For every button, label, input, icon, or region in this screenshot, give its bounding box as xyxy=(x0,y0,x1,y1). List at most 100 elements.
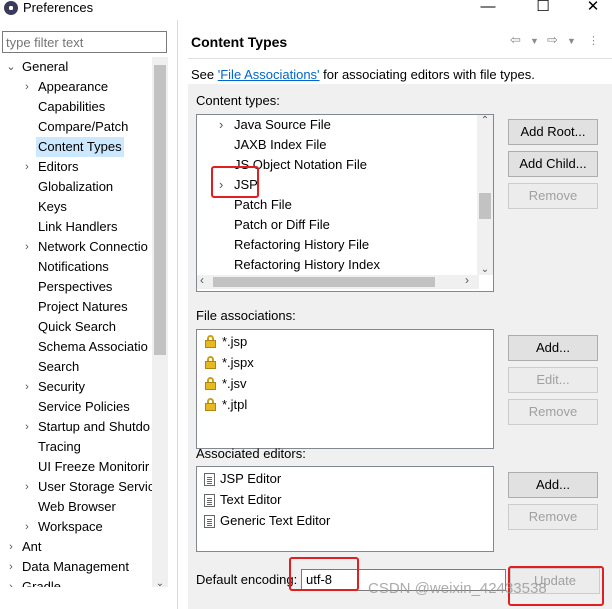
tree-item[interactable]: › Gradle xyxy=(0,577,152,587)
edit-file-association-button[interactable]: Edit... xyxy=(508,367,598,393)
content-type-item[interactable]: › Java Source File xyxy=(197,115,493,135)
tree-item[interactable]: › Appearance xyxy=(0,77,152,97)
forward-menu-icon[interactable]: ▼ xyxy=(567,36,576,46)
file-association-label: *.jsp xyxy=(222,334,248,349)
forward-icon[interactable]: ⇨ xyxy=(547,32,558,48)
close-button[interactable]: ✕ xyxy=(578,0,608,17)
collapsed-chevron-icon[interactable]: › xyxy=(6,557,16,577)
collapsed-chevron-icon[interactable]: › xyxy=(6,577,16,587)
view-menu-icon[interactable]: ⋮ xyxy=(588,34,599,47)
collapsed-chevron-icon[interactable]: › xyxy=(22,377,32,397)
content-types-hscroll[interactable]: ‹ › xyxy=(197,273,479,289)
tree-item[interactable]: Schema Associatio xyxy=(0,337,152,357)
tree-item[interactable]: Perspectives xyxy=(0,277,152,297)
tree-item[interactable]: Compare/Patch xyxy=(0,117,152,137)
tree-item-label: Workspace xyxy=(38,519,103,534)
content-type-item[interactable]: Patch or Diff File xyxy=(197,215,493,235)
content-types-hscroll-thumb[interactable] xyxy=(213,277,435,287)
remove-editor-button[interactable]: Remove xyxy=(508,504,598,530)
tree-item-label: Perspectives xyxy=(38,279,113,294)
filter-input[interactable] xyxy=(2,31,167,53)
tree-item[interactable]: › Data Management xyxy=(0,557,152,577)
tree-item[interactable]: Notifications xyxy=(0,257,152,277)
editor-item[interactable]: Text Editor xyxy=(197,490,493,510)
file-association-item[interactable]: *.jspx xyxy=(197,353,493,373)
minimize-button[interactable]: — xyxy=(473,0,503,17)
file-associations-link[interactable]: 'File Associations' xyxy=(218,67,320,82)
tree-item[interactable]: Globalization xyxy=(0,177,152,197)
tree-item[interactable]: Project Natures xyxy=(0,297,152,317)
tree-item[interactable]: Capabilities xyxy=(0,97,152,117)
associated-editors-list[interactable]: JSP Editor Text Editor Generic Text Editor xyxy=(196,466,494,552)
editor-item[interactable]: JSP Editor xyxy=(197,469,493,489)
content-type-item[interactable]: JAXB Index File xyxy=(197,135,493,155)
tree-item[interactable]: › Startup and Shutdo xyxy=(0,417,152,437)
back-menu-icon[interactable]: ▼ xyxy=(530,36,539,46)
tree-item[interactable]: Service Policies xyxy=(0,397,152,417)
collapsed-chevron-icon[interactable]: › xyxy=(22,477,32,497)
file-association-item[interactable]: *.jsp xyxy=(197,332,493,352)
file-associations-list[interactable]: *.jsp *.jspx *.jsv *.jtpl xyxy=(196,329,494,449)
collapsed-chevron-icon[interactable]: › xyxy=(22,417,32,437)
tree-item[interactable]: ⌄ General xyxy=(0,57,152,77)
content-types-vscroll-thumb[interactable] xyxy=(479,193,491,219)
scroll-right-arrow-icon[interactable]: › xyxy=(465,273,469,287)
content-types-tree[interactable]: › Java Source File JAXB Index File JS Objec… xyxy=(196,114,494,292)
content-type-item[interactable]: Refactoring History Index xyxy=(197,255,493,275)
tree-item[interactable]: › User Storage Servic xyxy=(0,477,152,497)
editor-label: Text Editor xyxy=(220,492,282,507)
tree-item-label: Project Natures xyxy=(38,299,128,314)
editor-item[interactable]: Generic Text Editor xyxy=(197,511,493,531)
tree-item[interactable]: Keys xyxy=(0,197,152,217)
collapsed-chevron-icon[interactable]: › xyxy=(22,77,32,97)
tree-item[interactable]: Link Handlers xyxy=(0,217,152,237)
tree-item[interactable]: Tracing xyxy=(0,437,152,457)
tree-item[interactable]: › Editors xyxy=(0,157,152,177)
collapsed-chevron-icon[interactable]: › xyxy=(22,237,32,257)
tree-scrollbar[interactable]: ⌄ xyxy=(152,57,168,589)
add-root-button[interactable]: Add Root... xyxy=(508,119,598,145)
scroll-up-arrow-icon[interactable]: ⌃ xyxy=(477,115,493,126)
tree-item-label: Schema Associatio xyxy=(38,339,148,354)
tree-item[interactable]: › Network Connectio xyxy=(0,237,152,257)
content-types-vscroll[interactable]: ⌃ ⌄ xyxy=(477,115,493,275)
content-type-label: Java Source File xyxy=(234,117,331,132)
scrollbar-thumb[interactable] xyxy=(154,65,166,355)
default-encoding-label: Default encoding: xyxy=(196,572,298,587)
add-child-button[interactable]: Add Child... xyxy=(508,151,598,177)
scroll-left-arrow-icon[interactable]: ‹ xyxy=(200,273,204,287)
watermark-text: CSDN @weixin_42433538 xyxy=(368,580,547,597)
content-type-item[interactable]: Patch File xyxy=(197,195,493,215)
collapsed-chevron-icon[interactable]: › xyxy=(22,157,32,177)
eclipse-icon xyxy=(4,1,18,15)
maximize-button[interactable]: ☐ xyxy=(528,0,558,17)
remove-content-type-button[interactable]: Remove xyxy=(508,183,598,209)
expanded-chevron-icon[interactable]: ⌄ xyxy=(6,57,16,77)
collapsed-chevron-icon[interactable]: › xyxy=(219,115,223,135)
scroll-down-arrow-icon[interactable]: ⌄ xyxy=(152,578,168,589)
file-association-item[interactable]: *.jtpl xyxy=(197,395,493,415)
tree-item[interactable]: › Security xyxy=(0,377,152,397)
tree-item[interactable]: › Ant xyxy=(0,537,152,557)
tree-item[interactable]: Search xyxy=(0,357,152,377)
tree-item[interactable]: UI Freeze Monitorir xyxy=(0,457,152,477)
remove-file-association-button[interactable]: Remove xyxy=(508,399,598,425)
tree-item[interactable]: › Workspace xyxy=(0,517,152,537)
lock-icon xyxy=(205,335,216,348)
tree-item-label: Content Types xyxy=(36,137,124,157)
scroll-down-arrow-icon[interactable]: ⌄ xyxy=(477,264,493,275)
file-associations-label: File associations: xyxy=(196,308,296,323)
tree-item[interactable]: Content Types xyxy=(0,137,152,157)
back-icon[interactable]: ⇦ xyxy=(510,32,521,48)
tree-item[interactable]: Web Browser xyxy=(0,497,152,517)
editor-label: Generic Text Editor xyxy=(220,513,331,528)
header-separator xyxy=(188,58,612,59)
add-editor-button[interactable]: Add... xyxy=(508,472,598,498)
file-association-item[interactable]: *.jsv xyxy=(197,374,493,394)
content-type-item[interactable]: Refactoring History File xyxy=(197,235,493,255)
tree-item[interactable]: Quick Search xyxy=(0,317,152,337)
collapsed-chevron-icon[interactable]: › xyxy=(6,537,16,557)
add-file-association-button[interactable]: Add... xyxy=(508,335,598,361)
collapsed-chevron-icon[interactable]: › xyxy=(22,517,32,537)
document-icon xyxy=(204,494,215,507)
